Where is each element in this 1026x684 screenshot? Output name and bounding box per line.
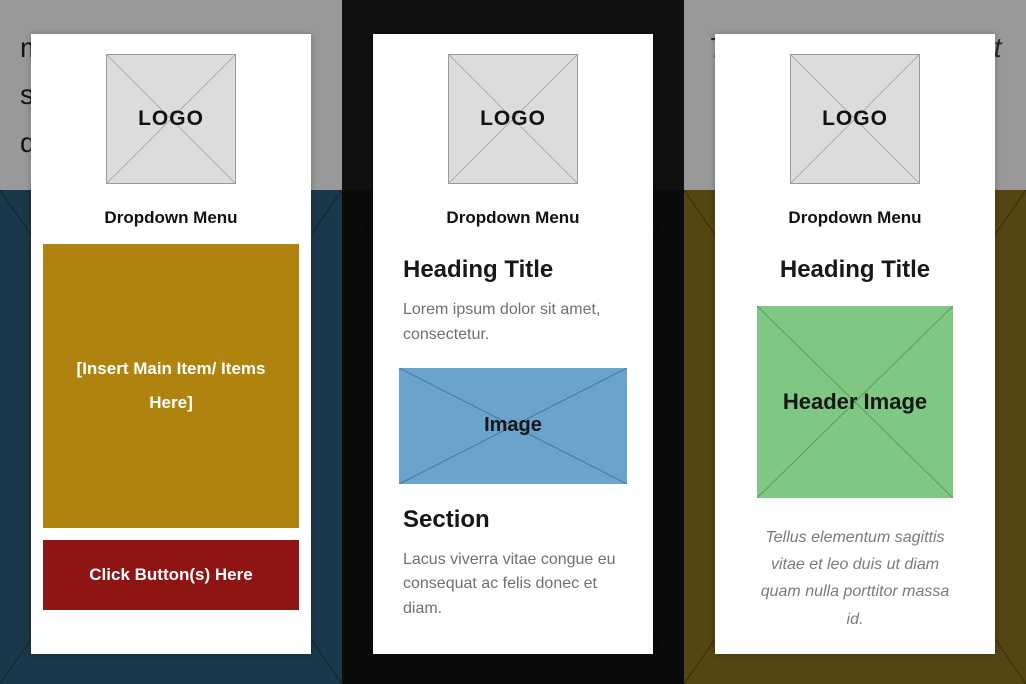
click-button[interactable]: Click Button(s) Here <box>43 540 299 610</box>
section-heading: Section <box>385 506 641 534</box>
main-item-block[interactable]: [Insert Main Item/ Items Here] <box>43 244 299 528</box>
card-2: LOGO Dropdown Menu Heading Title Lorem i… <box>373 34 653 654</box>
italic-body-text: Tellus elementum sagittis vitae et leo d… <box>727 524 983 633</box>
logo-label-1: LOGO <box>138 107 204 131</box>
heading-title-2: Heading Title <box>385 256 641 284</box>
section-body: Lacus viverra vitae congue eu consequat … <box>385 548 641 622</box>
body-text-2: Lorem ipsum dolor sit amet, consectetur. <box>385 298 641 348</box>
dropdown-menu-2[interactable]: Dropdown Menu <box>446 208 579 228</box>
cards-row: LOGO Dropdown Menu [Insert Main Item/ It… <box>0 34 1026 654</box>
logo-placeholder-3: LOGO <box>790 54 920 184</box>
logo-placeholder-1: LOGO <box>106 54 236 184</box>
card-3: LOGO Dropdown Menu Heading Title Header … <box>715 34 995 654</box>
logo-placeholder-2: LOGO <box>448 54 578 184</box>
heading-title-3: Heading Title <box>780 256 930 284</box>
image-label: Image <box>484 414 542 437</box>
logo-label-3: LOGO <box>822 107 888 131</box>
header-image-label: Header Image <box>783 388 927 417</box>
image-placeholder[interactable]: Image <box>399 368 627 484</box>
dropdown-menu-3[interactable]: Dropdown Menu <box>788 208 921 228</box>
card-1: LOGO Dropdown Menu [Insert Main Item/ It… <box>31 34 311 654</box>
logo-label-2: LOGO <box>480 107 546 131</box>
header-image-placeholder[interactable]: Header Image <box>757 306 953 498</box>
dropdown-menu-1[interactable]: Dropdown Menu <box>104 208 237 228</box>
main-item-label: [Insert Main Item/ Items Here] <box>73 352 269 420</box>
